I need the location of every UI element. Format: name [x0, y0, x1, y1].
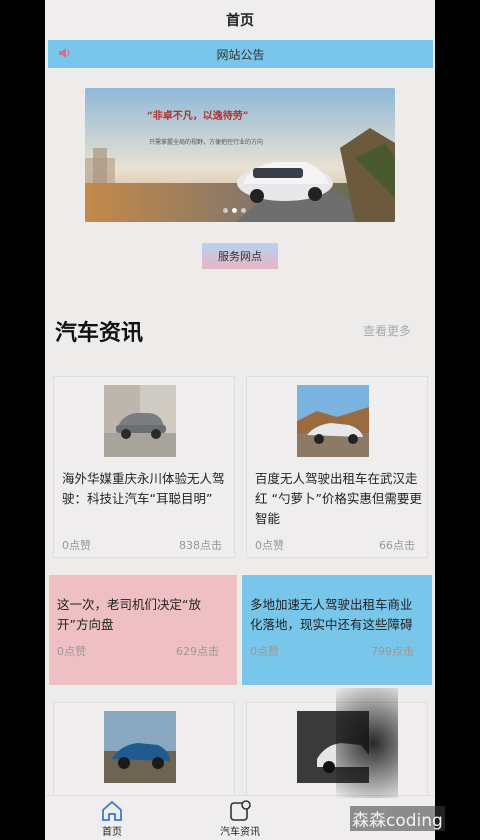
news-clicks: 66点击	[379, 539, 415, 552]
news-likes: 0点赞	[255, 539, 284, 552]
carousel-dot[interactable]	[241, 208, 246, 213]
banner-subtitle: 只需掌握全局的视野，方便把控行业的方向	[149, 139, 264, 146]
news-title[interactable]: 多地加速无人驾驶出租车商业化落地，现实中还有这些障碍	[250, 595, 420, 635]
news-clicks: 838点击	[179, 539, 222, 552]
news-likes: 0点赞	[250, 645, 279, 658]
news-section-title: 汽车资讯	[55, 321, 144, 346]
tab-news[interactable]: 汽车资讯	[200, 800, 280, 838]
news-card[interactable]: 海外华媒重庆永川体验无人驾驶：科技让汽车“耳聪目明” 0点赞 838点击	[53, 376, 235, 558]
news-thumbnail	[104, 385, 176, 457]
notice-label: 网站公告	[216, 47, 265, 62]
page-title: 首页	[226, 13, 254, 29]
carousel-dot[interactable]	[223, 208, 228, 213]
news-title[interactable]: 百度无人驾驶出租车在武汉走红 “勺萝卜”价格实惠但需要更智能	[255, 469, 423, 529]
news-clicks: 629点击	[176, 645, 219, 658]
news-card[interactable]: 这一次，老司机们决定“放开”方向盘 0点赞 629点击	[49, 575, 237, 685]
news-likes: 0点赞	[62, 539, 91, 552]
news-thumbnail	[297, 385, 369, 457]
tab-home[interactable]: 首页	[72, 800, 152, 838]
news-clicks: 799点击	[371, 645, 414, 658]
news-title[interactable]: 这一次，老司机们决定“放开”方向盘	[57, 595, 227, 635]
notice-bar[interactable]: 网站公告	[48, 40, 433, 68]
news-thumbnail	[104, 711, 176, 783]
carousel-dots	[223, 208, 246, 213]
blur-overlay	[336, 688, 398, 798]
home-icon	[102, 800, 122, 821]
banner-carousel[interactable]: “非卓不凡，以逸待劳” 只需掌握全局的视野，方便把控行业的方向	[85, 88, 395, 222]
watermark: 森森coding	[350, 806, 445, 831]
banner-slogan: “非卓不凡，以逸待劳”	[147, 111, 249, 122]
news-title[interactable]: 海外华媒重庆永川体验无人驾驶：科技让汽车“耳聪目明”	[62, 469, 230, 509]
view-more-link[interactable]: 查看更多	[363, 322, 411, 339]
news-icon	[230, 800, 251, 821]
news-likes: 0点赞	[57, 645, 86, 658]
service-outlets-button[interactable]: 服务网点	[202, 243, 278, 269]
speaker-icon	[59, 48, 70, 58]
news-card[interactable]: 多地加速无人驾驶出租车商业化落地，现实中还有这些障碍 0点赞 799点击	[242, 575, 432, 685]
carousel-dot-active[interactable]	[232, 208, 237, 213]
news-card[interactable]: 百度无人驾驶出租车在武汉走红 “勺萝卜”价格实惠但需要更智能 0点赞 66点击	[246, 376, 428, 558]
tab-home-label: 首页	[102, 827, 122, 838]
tab-news-label: 汽车资讯	[220, 827, 260, 838]
nav-bar: 首页	[45, 0, 435, 40]
